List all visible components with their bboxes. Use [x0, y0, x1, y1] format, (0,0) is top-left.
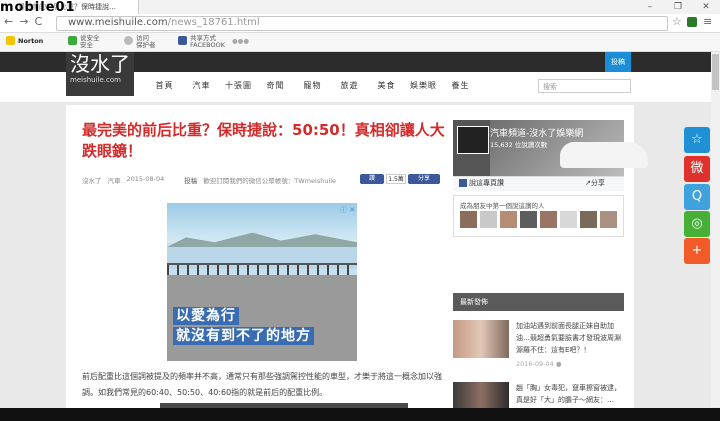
bookmark-norton[interactable]: Norton: [18, 38, 43, 45]
fb-like-total: 15,632 位說讚次數: [490, 141, 548, 149]
bookmark-facebook[interactable]: 共享方式 FACEBOOK: [190, 35, 225, 49]
comment-icon: ●: [555, 360, 562, 368]
url-text[interactable]: www.meishuile.com/news_18761.html: [68, 16, 260, 30]
friend-avatar[interactable]: [520, 211, 537, 228]
friend-avatar[interactable]: [540, 211, 557, 228]
post-title[interactable]: 加油站遇到前面長腿正妹自助加油…競超勇氣要臉書才發現波周淵源羅不住：這有E吧？！: [516, 320, 624, 356]
bookmarks-bar: [0, 33, 720, 52]
reload-button[interactable]: C: [34, 15, 42, 28]
fb-like-button[interactable]: 讚: [360, 174, 384, 184]
wechat-icon[interactable]: ◎: [684, 211, 710, 237]
post-title[interactable]: 趙「胸」女毒犯，竄車擦窗被逮，真是好「大」的膽子～網友：…: [516, 382, 624, 406]
nav-item-food[interactable]: 美食: [368, 80, 405, 91]
bookmark-visit[interactable]: 访问 保护者: [136, 35, 156, 49]
fb-share-page-button[interactable]: ↗分享: [585, 178, 605, 188]
globe-icon: [124, 36, 133, 45]
fb-like-count: 1.5萬: [386, 174, 406, 184]
friend-avatar[interactable]: [600, 211, 617, 228]
friend-avatar[interactable]: [460, 211, 477, 228]
search-input[interactable]: 搜索: [538, 79, 631, 93]
minimize-button[interactable]: –: [636, 0, 664, 14]
more-share-icon[interactable]: +: [684, 238, 710, 264]
post-date: 2016-09-04 ●: [516, 360, 562, 368]
facebook-icon: [459, 179, 467, 187]
nav-item-travel[interactable]: 旅遊: [331, 80, 368, 91]
ad-slogan: 以愛為行 就沒有到不了的地方: [173, 307, 353, 347]
watermark-logo: mobile01: [0, 0, 76, 15]
article-author[interactable]: 沒水了: [82, 175, 102, 185]
article-submit-link[interactable]: 投稿: [184, 175, 197, 185]
window-controls: – ❐ ✕: [636, 0, 720, 14]
nav-item-health[interactable]: 養生: [442, 80, 479, 91]
weibo-icon[interactable]: 微: [684, 156, 710, 182]
friend-avatar[interactable]: [500, 211, 517, 228]
friend-avatar[interactable]: [480, 211, 497, 228]
nav-item-oddities[interactable]: 奇聞: [257, 80, 294, 91]
article-title: 最完美的前后比重？保時捷說：50:50！真相卻讓人大跌眼鏡！: [82, 121, 445, 160]
fb-page-avatar: [457, 126, 489, 154]
post-thumbnail[interactable]: [453, 320, 509, 358]
nav-item-cars[interactable]: 汽車: [183, 80, 220, 91]
ad-info-icon[interactable]: ⓘ ✕: [340, 205, 355, 215]
fb-like-page-button[interactable]: 說這專頁讚: [459, 178, 504, 188]
main-nav: 首頁 汽車 十張圖 奇聞 寵物 旅遊 美食 娛樂眼 養生: [146, 80, 479, 91]
article-meta: 沒水了 汽車 2015-08-04 投稿 歡迎訂閱我們的微信公眾帳號：TWmei…: [82, 175, 336, 185]
site-logo[interactable]: 沒水了 meishuile.com: [66, 52, 134, 96]
extension-icon[interactable]: [687, 17, 697, 27]
fb-page-widget[interactable]: 汽車頻道-沒水了娛樂網 15,632 位說讚次數 說這專頁讚 ↗分享: [453, 120, 648, 191]
nav-item-home[interactable]: 首頁: [146, 80, 183, 91]
check-icon: [68, 36, 77, 45]
bookmark-more-icon[interactable]: ●●●: [232, 38, 249, 45]
scrollbar-track[interactable]: [711, 52, 720, 407]
article-category[interactable]: 汽車: [108, 175, 121, 185]
facebook-icon: [178, 36, 187, 45]
nav-item-pets[interactable]: 寵物: [294, 80, 331, 91]
back-button[interactable]: ←: [4, 15, 13, 28]
nav-item-entertainment[interactable]: 娛樂眼: [405, 80, 442, 91]
norton-icon: [6, 36, 15, 45]
fb-page-name[interactable]: 汽車頻道-沒水了娛樂網: [490, 126, 583, 139]
friends-text: 成為朋友中第一個說這讚的人: [460, 202, 545, 210]
os-taskbar: [0, 408, 720, 421]
fb-friends-box: 成為朋友中第一個說這讚的人: [453, 195, 624, 237]
maximize-button[interactable]: ❐: [664, 0, 692, 14]
friend-avatar[interactable]: [580, 211, 597, 228]
nav-item-ten-pics[interactable]: 十張圖: [220, 80, 257, 91]
qq-icon[interactable]: Q: [684, 184, 710, 210]
article-notice: 歡迎訂閱我們的微信公眾帳號：TWmeishuile: [203, 177, 337, 185]
bookmark-star-icon[interactable]: ☆: [672, 15, 682, 28]
fb-share-button[interactable]: 分享: [408, 174, 440, 184]
friend-avatar[interactable]: [560, 211, 577, 228]
car-image: [560, 142, 648, 168]
nav-buttons: ← → C: [4, 15, 42, 28]
bookmark-safe[interactable]: 说安全 安全: [80, 35, 100, 49]
scrollbar-thumb[interactable]: [712, 54, 719, 90]
article-date: 2015-08-04: [126, 175, 165, 183]
ad-banner[interactable]: 以愛為行 就沒有到不了的地方: [167, 203, 357, 361]
browser-menu-icon[interactable]: ≡: [703, 15, 712, 28]
article-paragraph: 前后配重比這個詞被提及的頻率并不高，通常只有那些強調駕控性能的車型，才樂于將這一…: [82, 372, 442, 397]
bookmark-icon[interactable]: ☆: [684, 127, 710, 153]
forward-button[interactable]: →: [19, 15, 28, 28]
submit-button[interactable]: 投稿: [605, 52, 631, 72]
close-button[interactable]: ✕: [692, 0, 720, 14]
new-posts-header: 最新發佈: [453, 293, 624, 311]
